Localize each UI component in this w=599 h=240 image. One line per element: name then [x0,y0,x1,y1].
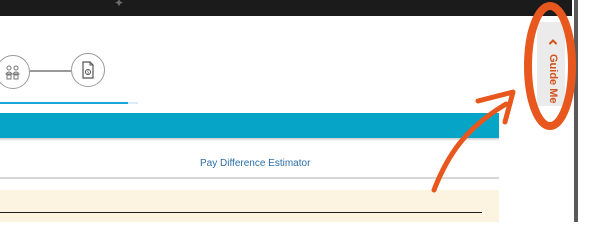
scrollbar-thumb[interactable] [574,0,578,222]
money-document-icon: $ [82,61,94,79]
notice-box [0,190,499,222]
step-connector [30,70,71,72]
section-header-shadow [0,138,499,141]
people-chart-icon [4,65,21,80]
section-header-bar [0,113,499,138]
settings-icon[interactable]: ✦ [112,0,126,9]
guide-me-label[interactable]: Guide Me [543,54,563,104]
svg-text:$: $ [87,70,90,75]
step-money-document[interactable]: $ [71,53,105,87]
pay-difference-estimator-link[interactable]: Pay Difference Estimator [200,158,312,170]
chevron-left-icon [549,39,557,45]
progress-bar [0,102,128,104]
progress-track [128,102,138,104]
top-bar: ✦ [0,0,572,16]
notice-inner-border [0,212,482,213]
divider [0,177,499,179]
